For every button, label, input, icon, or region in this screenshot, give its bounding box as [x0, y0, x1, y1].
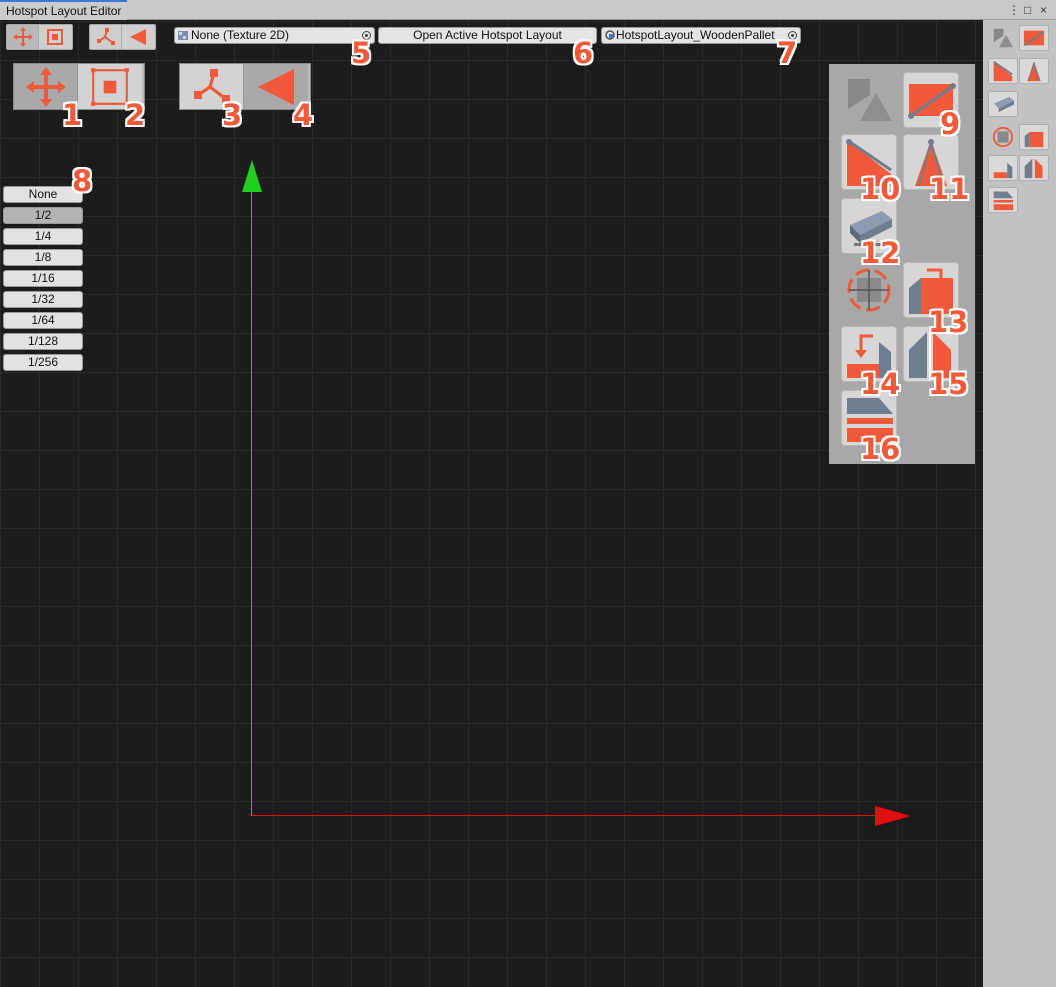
window-tab[interactable]: Hotspot Layout Editor: [0, 0, 128, 20]
texture-icon: [178, 29, 188, 43]
dock-mirror-button[interactable]: [1019, 155, 1049, 181]
rotate-right-icon: [1024, 131, 1044, 148]
callout-15: 15: [927, 367, 969, 401]
snap-option-1-2[interactable]: 1/2: [3, 207, 83, 224]
snap-option-1-64[interactable]: 1/64: [3, 312, 83, 329]
y-axis-arrow-icon: [242, 160, 262, 192]
texture-field[interactable]: None (Texture 2D): [174, 27, 375, 44]
rotate-left-icon: [993, 162, 1013, 179]
x-axis-arrow-icon: [875, 806, 911, 826]
slope-icon: [993, 60, 1013, 82]
callout-14: 14: [859, 367, 901, 401]
snap-option-1-256[interactable]: 1/256: [3, 354, 83, 371]
mirror-icon: [1024, 158, 1043, 179]
dock-slope-button[interactable]: [988, 58, 1018, 84]
move-tool-small-button[interactable]: [7, 25, 39, 49]
move-arrows-icon: [12, 27, 33, 47]
callout-4: 4: [292, 98, 314, 132]
pivot-icon: [96, 28, 115, 45]
dock-tent-button[interactable]: [1019, 58, 1049, 84]
arrow-left-icon: [258, 68, 294, 105]
callout-13: 13: [927, 305, 969, 339]
callout-7: 7: [776, 36, 798, 70]
title-bar: Hotspot Layout Editor ⋮ □ ×: [0, 0, 1056, 20]
snap-option-none[interactable]: None: [3, 186, 83, 203]
hotspot-layout-field-value: HotspotLayout_WoodenPallet: [616, 28, 775, 42]
shapes-button[interactable]: [841, 72, 897, 128]
dock-stack-button[interactable]: [988, 187, 1018, 213]
snap-option-1-128[interactable]: 1/128: [3, 333, 83, 350]
callout-12: 12: [859, 236, 901, 270]
pivot-tool-small-button[interactable]: [90, 25, 122, 49]
snap-option-1-4[interactable]: 1/4: [3, 228, 83, 245]
right-dock-panel: [983, 20, 1056, 987]
rect-tool-small-button[interactable]: [39, 25, 71, 49]
transform-mode-group-small: [6, 24, 73, 50]
callout-5: 5: [350, 36, 372, 70]
target-icon: [992, 126, 1014, 148]
pivot-mode-group-small: [89, 24, 156, 50]
shapes-icon: [993, 28, 1014, 48]
callout-6: 6: [572, 36, 594, 70]
x-axis-line: [251, 815, 891, 816]
snap-option-1-16[interactable]: 1/16: [3, 270, 83, 287]
close-icon[interactable]: ×: [1040, 3, 1047, 17]
tent-icon: [1027, 61, 1041, 82]
arrow-tool-small-button[interactable]: [122, 25, 154, 49]
dock-shapes-button[interactable]: [988, 25, 1018, 51]
block-icon: [993, 96, 1014, 113]
hotspot-layout-editor: Hotspot Layout Editor ⋮ □ × None (Textur…: [0, 0, 1056, 987]
open-active-hotspot-layout-button[interactable]: Open Active Hotspot Layout: [378, 27, 597, 44]
texture-field-value: None (Texture 2D): [191, 28, 290, 42]
callout-16: 16: [859, 432, 901, 466]
stack-icon: [993, 191, 1014, 211]
callout-8: 8: [71, 164, 93, 198]
edge-icon: [1023, 30, 1045, 47]
callout-10: 10: [859, 172, 901, 206]
callout-9: 9: [939, 107, 961, 141]
pivot-mode-group: [179, 63, 311, 110]
dock-block-button[interactable]: [988, 91, 1018, 117]
rect-select-icon: [47, 29, 63, 45]
snap-option-1-8[interactable]: 1/8: [3, 249, 83, 266]
dock-rotate-right-button[interactable]: [1019, 124, 1049, 150]
callout-1: 1: [61, 98, 83, 132]
callout-2: 2: [124, 98, 146, 132]
snap-options-list: None 1/2 1/4 1/8 1/16 1/32 1/64 1/128 1/…: [3, 186, 83, 375]
shapes-icon: [848, 79, 892, 121]
target-icon: [847, 268, 891, 312]
dock-edge-button[interactable]: [1019, 25, 1049, 51]
callout-3: 3: [221, 98, 243, 132]
snap-option-1-32[interactable]: 1/32: [3, 291, 83, 308]
dock-target-button[interactable]: [988, 124, 1018, 150]
maximize-icon[interactable]: □: [1024, 3, 1031, 17]
y-axis-line: [251, 180, 252, 815]
asset-icon: [605, 29, 615, 43]
more-menu-icon[interactable]: ⋮: [1008, 3, 1020, 17]
hotspot-layout-field[interactable]: HotspotLayout_WoodenPallet: [601, 27, 801, 44]
arrow-left-icon: [130, 29, 146, 45]
callout-11: 11: [928, 172, 970, 206]
center-target-button[interactable]: [841, 262, 897, 318]
move-arrows-icon: [25, 66, 66, 107]
dock-rotate-left-button[interactable]: [988, 155, 1018, 181]
